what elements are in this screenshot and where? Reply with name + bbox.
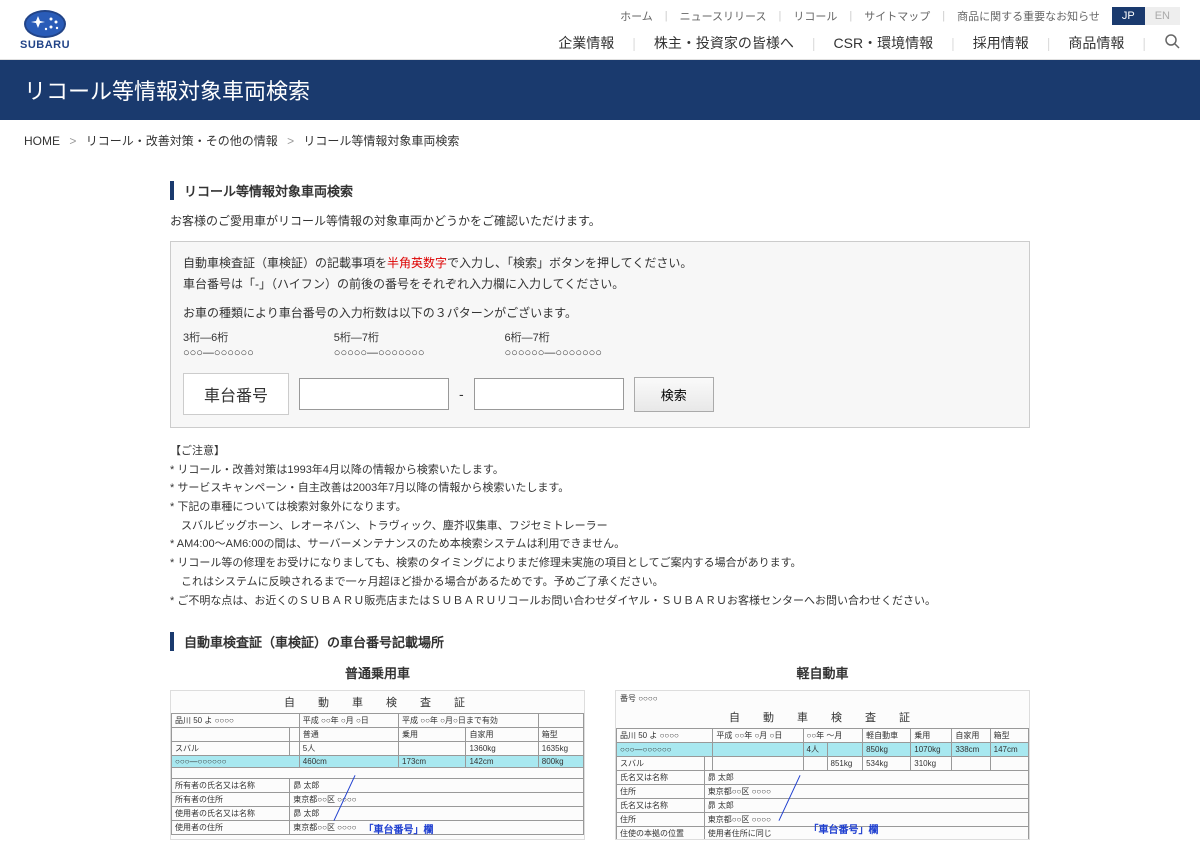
chassis-number-input-2[interactable]: [474, 378, 624, 410]
top-link-recall[interactable]: リコール: [793, 8, 837, 24]
chassis-number-label: 車台番号: [183, 373, 289, 415]
certificate-image-regular: 自 動 車 検 査 証 品川 50 よ ○○○○平成 ○○年 ○月 ○日平成 ○…: [170, 690, 585, 840]
lang-switch: JP EN: [1112, 7, 1180, 25]
search-box: 自動車検査証（車検証）の記載事項を半角英数字で入力し、「検索」ボタンを押してくだ…: [170, 241, 1030, 428]
certificate-col-regular: 普通乗用車 自 動 車 検 査 証 品川 50 よ ○○○○平成 ○○年 ○月 …: [170, 663, 585, 840]
certificate-col-kei: 軽自動車 番号 ○○○○ 自 動 車 検 査 証 品川 50 よ ○○○○平成 …: [615, 663, 1030, 840]
pattern-col-2: 5桁―7桁 ○○○○○―○○○○○○○: [334, 329, 425, 359]
breadcrumb-home[interactable]: HOME: [24, 134, 60, 148]
nav-investors[interactable]: 株主・投資家の皆様へ: [654, 33, 794, 53]
note-line: * ご不明な点は、お近くのＳＵＢＡＲＵ販売店またはＳＵＢＡＲＵリコールお問い合わ…: [170, 592, 1030, 611]
page-title: リコール等情報対象車両検索: [0, 60, 1200, 120]
chassis-number-input-1[interactable]: [299, 378, 449, 410]
intro-text: お客様のご愛用車がリコール等情報の対象車両かどうかをご確認いただけます。: [170, 212, 1030, 229]
top-link-sitemap[interactable]: サイトマップ: [864, 8, 930, 24]
callout-label: 「車台番号」欄: [809, 821, 879, 836]
nav-products[interactable]: 商品情報: [1068, 33, 1124, 53]
pattern-col-3: 6桁―7桁 ○○○○○○―○○○○○○○: [505, 329, 602, 359]
top-links: ホーム| ニュースリリース| リコール| サイトマップ| 商品に関する重要なお知…: [620, 7, 1180, 25]
top-link-news[interactable]: ニュースリリース: [680, 8, 767, 24]
note-line: * AM4:00～AM6:00の間は、サーバーメンテナンスのため本検索システムは…: [170, 535, 1030, 554]
section-heading-search: リコール等情報対象車両検索: [170, 181, 1030, 200]
pattern-col-1: 3桁―6桁 ○○○―○○○○○○: [183, 329, 254, 359]
note-line: これはシステムに反映されるまで一ヶ月超ほど掛かる場合があるためです。予めご了承く…: [170, 573, 1030, 592]
search-icon[interactable]: [1164, 33, 1180, 52]
pattern-intro: お車の種類により車台番号の入力桁数は以下の３パターンがございます。: [183, 304, 1017, 321]
brand-logo[interactable]: SUBARU: [20, 9, 70, 51]
search-button[interactable]: 検索: [634, 377, 714, 412]
site-header: SUBARU ホーム| ニュースリリース| リコール| サイトマップ| 商品に関…: [0, 0, 1200, 60]
main-content: リコール等情報対象車両検索 お客様のご愛用車がリコール等情報の対象車両かどうかを…: [150, 181, 1050, 840]
pattern-row: 3桁―6桁 ○○○―○○○○○○ 5桁―7桁 ○○○○○―○○○○○○○ 6桁―…: [183, 329, 1017, 359]
certificate-section: 自動車検査証（車検証）の車台番号記載場所 普通乗用車 自 動 車 検 査 証 品…: [170, 632, 1030, 840]
note-line: * 下記の車種については検索対象外になります。: [170, 498, 1030, 517]
notes-title: 【ご注意】: [170, 442, 1030, 461]
lang-en-button[interactable]: EN: [1145, 7, 1180, 25]
brand-name: SUBARU: [20, 39, 70, 51]
subaru-star-icon: [23, 9, 67, 39]
main-nav: 企業情報| 株主・投資家の皆様へ| CSR・環境情報| 採用情報| 商品情報|: [558, 33, 1180, 53]
cert-title-regular: 普通乗用車: [170, 663, 585, 682]
note-line: * リコール・改善対策は1993年4月以降の情報から検索いたします。: [170, 461, 1030, 480]
hyphen-separator: -: [459, 386, 464, 402]
cert-title-kei: 軽自動車: [615, 663, 1030, 682]
breadcrumb: HOME > リコール・改善対策・その他の情報 > リコール等情報対象車両検索: [0, 120, 1200, 161]
section-heading-certificate: 自動車検査証（車検証）の車台番号記載場所: [170, 632, 1030, 651]
breadcrumb-current: リコール等情報対象車両検索: [303, 134, 459, 148]
note-line: * リコール等の修理をお受けになりましても、検索のタイミングによりまだ修理未実施…: [170, 554, 1030, 573]
instruction-1: 自動車検査証（車検証）の記載事項を半角英数字で入力し、「検索」ボタンを押してくだ…: [183, 254, 1017, 271]
nav-careers[interactable]: 採用情報: [973, 33, 1029, 53]
nav-csr[interactable]: CSR・環境情報: [834, 33, 934, 53]
instruction-2: 車台番号は「-」（ハイフン）の前後の番号をそれぞれ入力欄に入力してください。: [183, 275, 1017, 292]
lang-jp-button[interactable]: JP: [1112, 7, 1145, 25]
header-right: ホーム| ニュースリリース| リコール| サイトマップ| 商品に関する重要なお知…: [558, 7, 1180, 53]
nav-company[interactable]: 企業情報: [558, 33, 614, 53]
notes-section: 【ご注意】 * リコール・改善対策は1993年4月以降の情報から検索いたします。…: [170, 442, 1030, 610]
note-line: スバルビッグホーン、レオーネバン、トラヴィック、塵芥収集車、フジセミトレーラー: [170, 517, 1030, 536]
callout-label: 「車台番号」欄: [364, 821, 434, 836]
search-form: 車台番号 - 検索: [183, 373, 1017, 415]
breadcrumb-recall-info[interactable]: リコール・改善対策・その他の情報: [86, 134, 278, 148]
top-link-home[interactable]: ホーム: [620, 8, 653, 24]
note-line: * サービスキャンペーン・自主改善は2003年7月以降の情報から検索いたします。: [170, 479, 1030, 498]
certificate-row: 普通乗用車 自 動 車 検 査 証 品川 50 よ ○○○○平成 ○○年 ○月 …: [170, 663, 1030, 840]
top-link-important[interactable]: 商品に関する重要なお知らせ: [957, 8, 1100, 24]
certificate-image-kei: 番号 ○○○○ 自 動 車 検 査 証 品川 50 よ ○○○○平成 ○○年 ○…: [615, 690, 1030, 840]
